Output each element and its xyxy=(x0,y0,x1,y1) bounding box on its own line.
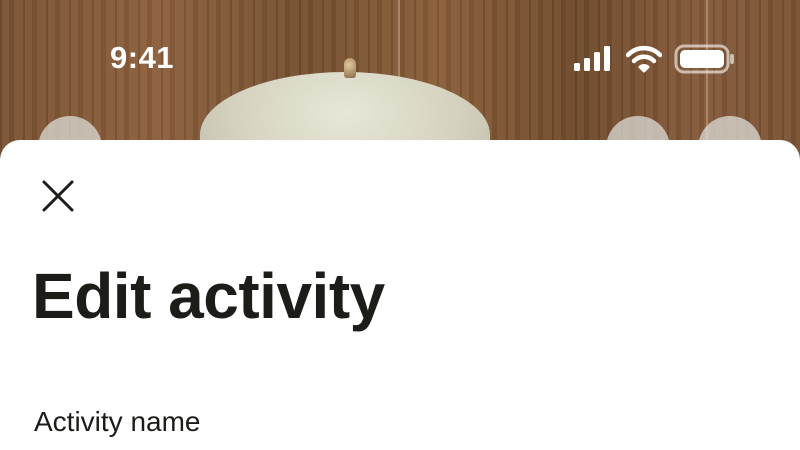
edit-activity-sheet: Edit activity Activity name xyxy=(0,140,800,450)
close-button[interactable] xyxy=(30,170,86,226)
lamp-finial xyxy=(344,58,356,78)
wifi-icon xyxy=(625,45,663,78)
status-time: 9:41 xyxy=(110,40,175,75)
signal-icon xyxy=(572,45,614,78)
page-title: Edit activity xyxy=(32,260,385,332)
activity-name-label: Activity name xyxy=(34,406,201,437)
battery-icon xyxy=(674,44,736,79)
app-screen: 9:41 Edit activity Activity name xyxy=(0,0,800,450)
close-icon xyxy=(38,176,78,221)
status-icons xyxy=(572,44,736,79)
